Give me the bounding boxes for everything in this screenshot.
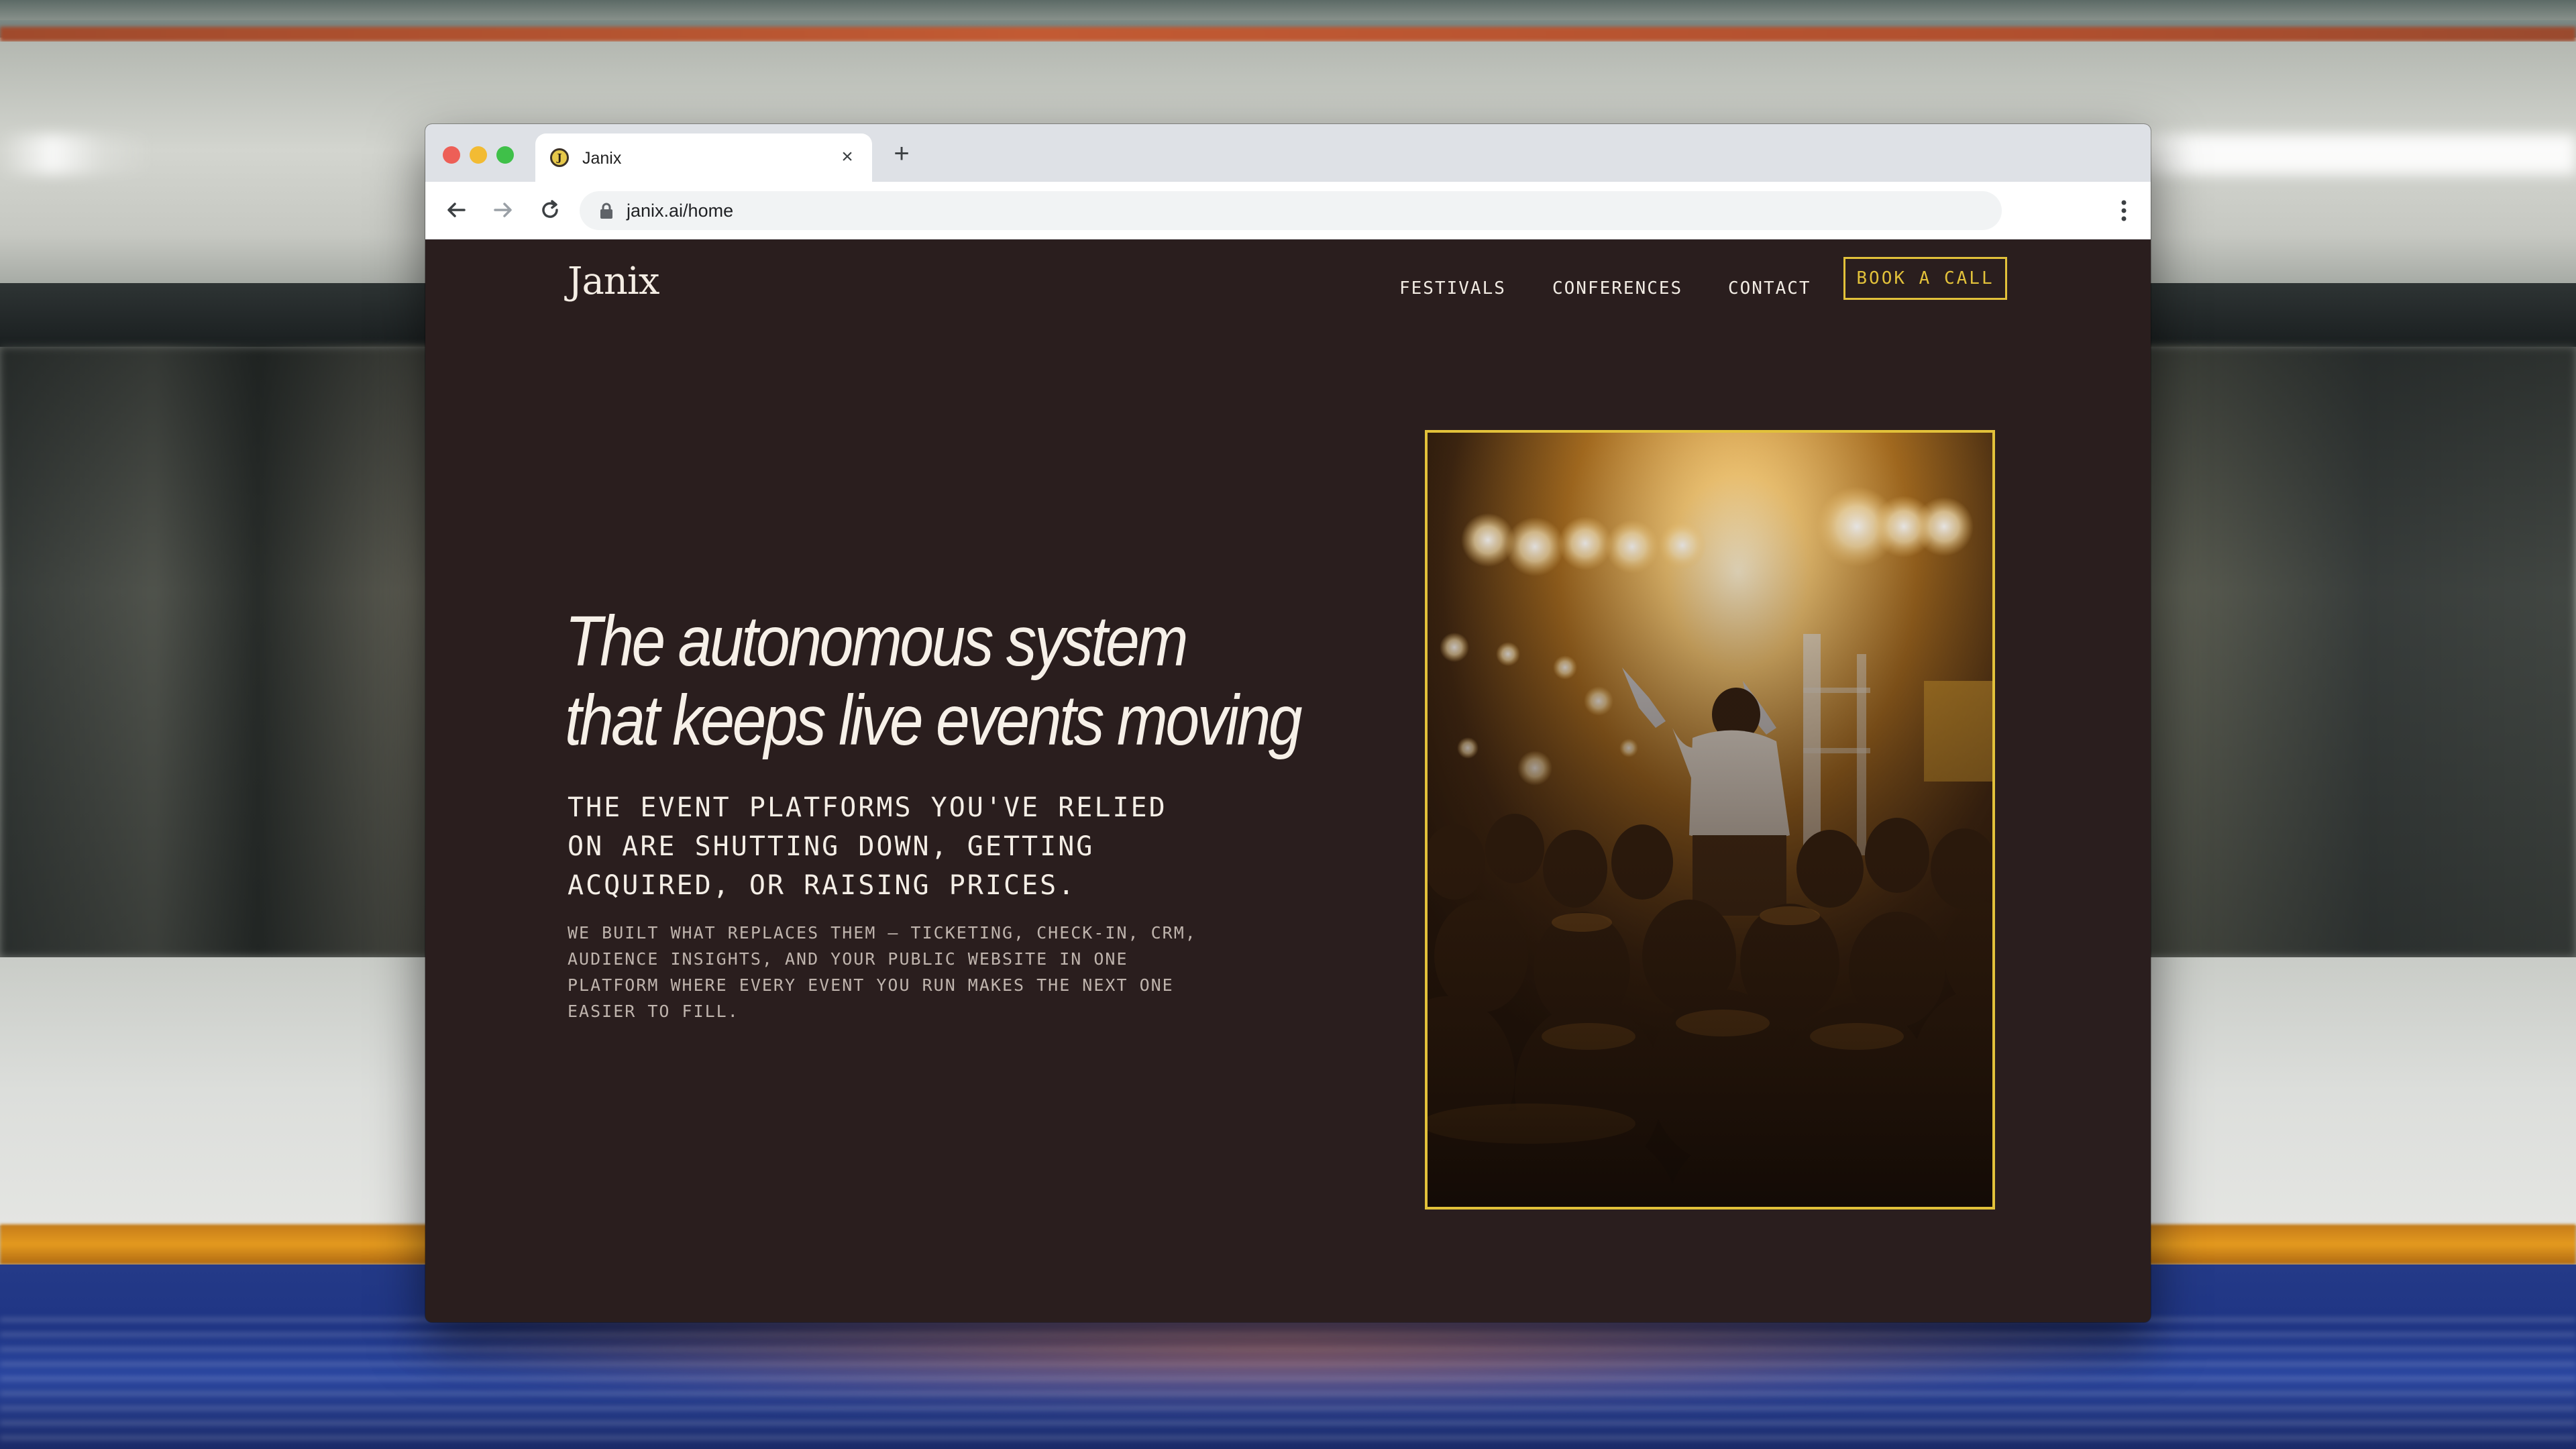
maximize-window-button[interactable]	[496, 146, 514, 164]
kebab-menu-icon[interactable]	[2117, 197, 2131, 225]
book-a-call-button[interactable]: BOOK A CALL	[1843, 257, 2007, 300]
hero-body-text: WE BUILT WHAT REPLACES THEM — TICKETING,…	[568, 923, 1197, 1021]
arrow-left-icon[interactable]	[441, 195, 471, 225]
browser-toolbar: janix.ai/home	[425, 182, 2151, 239]
concert-crowd-image	[1425, 430, 1995, 1210]
hero-subheading: THE EVENT PLATFORMS YOU'VE RELIED ON ARE…	[568, 792, 1167, 901]
web-page: Janix FESTIVALS CONFERENCES CONTACT BOOK…	[425, 239, 2151, 1322]
lock-icon[interactable]	[598, 202, 614, 219]
tab-title: Janix	[582, 149, 622, 168]
browser-window: J Janix × + janix.ai/home Janix FESTIVAL…	[425, 124, 2151, 1322]
favicon-icon: J	[550, 148, 569, 167]
plus-icon[interactable]: +	[888, 140, 915, 167]
bg-red-stripe	[0, 27, 2576, 42]
close-window-button[interactable]	[443, 146, 460, 164]
nav-link-festivals[interactable]: FESTIVALS	[1399, 278, 1506, 299]
arrow-right-icon[interactable]	[488, 195, 518, 225]
url-text[interactable]: janix.ai/home	[627, 201, 733, 221]
nav-link-contact[interactable]: CONTACT	[1728, 278, 1811, 299]
tab-bar: J Janix × +	[425, 124, 2151, 182]
hero-title-line-2: that keeps live events moving	[565, 681, 1303, 760]
reload-icon[interactable]	[535, 195, 565, 225]
hero-title-line-1: The autonomous system	[565, 602, 1188, 681]
nav-link-conferences[interactable]: CONFERENCES	[1552, 278, 1682, 299]
bg-train-top	[0, 0, 2576, 20]
browser-tab[interactable]: J Janix ×	[535, 133, 872, 182]
site-logo[interactable]: Janix	[568, 258, 659, 305]
address-bar[interactable]: janix.ai/home	[580, 191, 2002, 230]
minimize-window-button[interactable]	[470, 146, 487, 164]
hero-title: The autonomous system that keeps live ev…	[565, 602, 1303, 760]
close-icon[interactable]: ×	[836, 146, 859, 168]
